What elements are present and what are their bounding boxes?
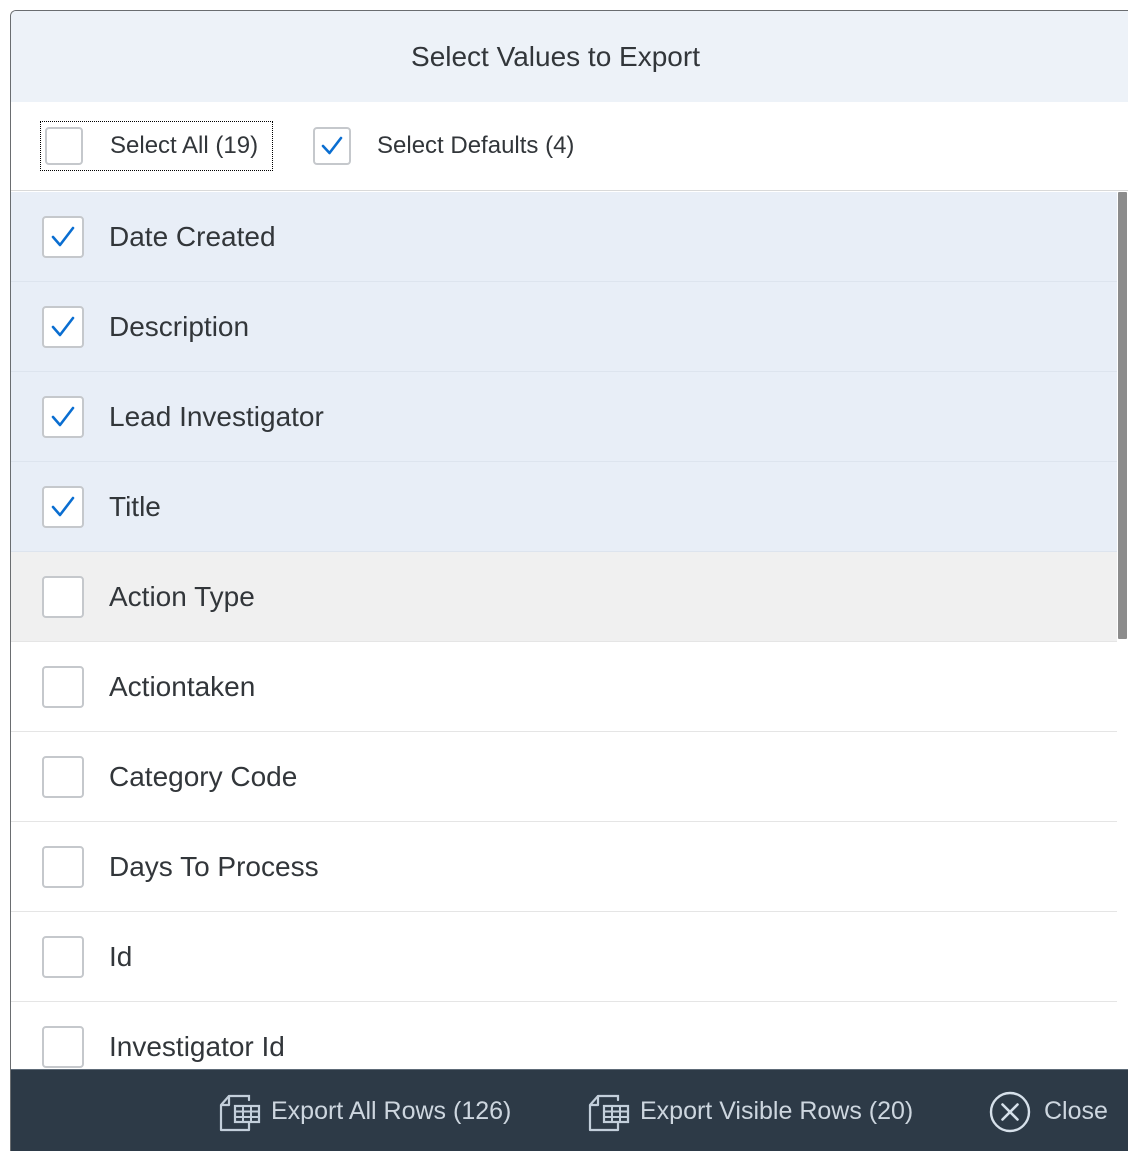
list-item-label: Actiontaken <box>109 670 256 702</box>
export-all-rows-label: Export All Rows (126) <box>271 1097 512 1125</box>
checkbox-box[interactable] <box>45 127 83 165</box>
list-item[interactable]: Title <box>11 462 1118 552</box>
field-list: Date Created Description Lead Investigat… <box>11 192 1118 1069</box>
close-label: Close <box>1044 1097 1108 1125</box>
spreadsheet-export-icon <box>217 1092 261 1132</box>
checkbox-box[interactable] <box>42 755 84 798</box>
list-item[interactable]: Days To Process <box>11 822 1118 912</box>
checkbox-box[interactable] <box>313 127 351 165</box>
checkbox-box[interactable] <box>42 845 84 888</box>
spreadsheet-export-icon <box>586 1092 630 1132</box>
list-item-label: Title <box>109 490 161 522</box>
checkmark-icon <box>51 406 75 426</box>
selection-toolbar: Select All (19) Select Defaults (4) <box>11 102 1128 191</box>
checkbox-box[interactable] <box>42 485 84 528</box>
list-item[interactable]: Category Code <box>11 732 1118 822</box>
select-defaults-checkbox[interactable]: Select Defaults (4) <box>313 121 574 171</box>
checkbox-box[interactable] <box>42 305 84 348</box>
list-item[interactable]: Investigator Id <box>11 1002 1118 1069</box>
checkbox-box[interactable] <box>42 395 84 438</box>
select-defaults-label: Select Defaults (4) <box>377 132 575 159</box>
checkmark-icon <box>51 496 75 516</box>
list-item-label: Date Created <box>109 220 276 252</box>
select-all-label: Select All (19) <box>110 132 259 159</box>
list-item-label: Days To Process <box>109 850 319 882</box>
dialog-title: Select Values to Export <box>411 40 700 72</box>
checkmark-icon <box>321 136 343 155</box>
checkbox-box[interactable] <box>42 665 84 708</box>
list-item-label: Description <box>109 310 250 342</box>
dialog-footer: Export All Rows (126) Export Visible Row… <box>11 1069 1128 1151</box>
list-item[interactable]: Lead Investigator <box>11 372 1118 462</box>
export-all-rows-button[interactable]: Export All Rows (126) <box>217 1070 511 1151</box>
list-item[interactable]: Action Type <box>11 552 1118 642</box>
export-dialog: Select Values to Export Select All (19) … <box>10 10 1128 1151</box>
list-item-label: Category Code <box>109 760 298 792</box>
checkmark-icon <box>51 226 75 246</box>
checkbox-box[interactable] <box>42 935 84 978</box>
export-visible-rows-label: Export Visible Rows (20) <box>640 1097 914 1125</box>
list-scrollbar[interactable] <box>1117 192 1128 1069</box>
list-item[interactable]: Id <box>11 912 1118 1002</box>
scrollbar-thumb[interactable] <box>1118 192 1127 639</box>
checkbox-box[interactable] <box>42 575 84 618</box>
dialog-header: Select Values to Export <box>11 11 1128 102</box>
list-item-label: Lead Investigator <box>109 400 324 432</box>
select-all-checkbox[interactable]: Select All (19) <box>40 121 273 171</box>
list-item-label: Id <box>109 940 133 972</box>
checkbox-box[interactable] <box>42 215 84 258</box>
list-item[interactable]: Actiontaken <box>11 642 1118 732</box>
checkmark-icon <box>51 316 75 336</box>
close-button[interactable]: Close <box>988 1070 1108 1151</box>
circle-x-icon <box>988 1090 1032 1134</box>
list-item[interactable]: Date Created <box>11 192 1118 282</box>
checkbox-box[interactable] <box>42 1025 84 1068</box>
list-item[interactable]: Description <box>11 282 1118 372</box>
export-visible-rows-button[interactable]: Export Visible Rows (20) <box>586 1070 913 1151</box>
list-item-label: Action Type <box>109 580 255 612</box>
list-item-label: Investigator Id <box>109 1030 285 1062</box>
